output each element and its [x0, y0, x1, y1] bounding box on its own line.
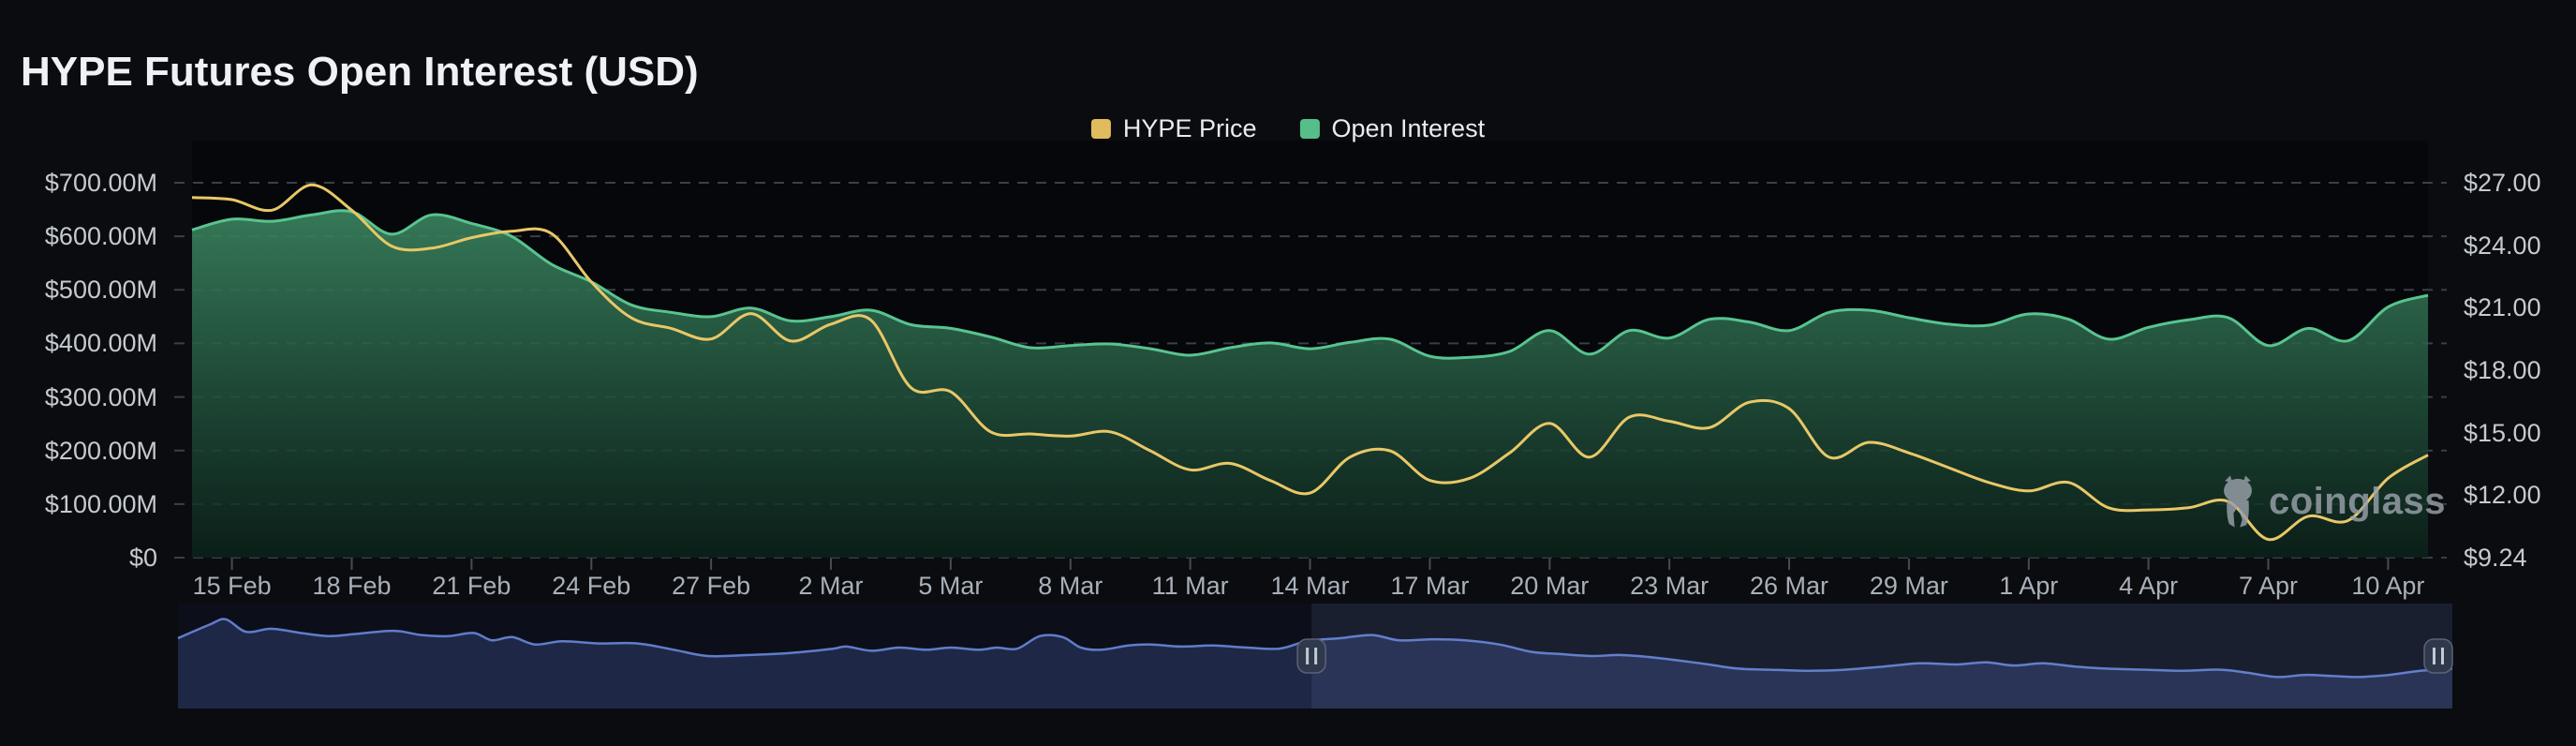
y-axis-left-label: $300.00M — [45, 385, 157, 410]
y-axis-left-label: $500.00M — [45, 277, 157, 303]
y-axis-right-label: $15.00 — [2464, 421, 2541, 446]
navigator-handle-left[interactable] — [1297, 639, 1325, 673]
y-axis-left-label: $200.00M — [45, 439, 157, 464]
y-axis-right-label: $24.00 — [2464, 233, 2541, 259]
x-axis-label: 10 Apr — [2313, 574, 2463, 599]
navigator-selection[interactable] — [1311, 604, 2452, 709]
legend-item-hype-price[interactable]: HYPE Price — [1091, 116, 1257, 142]
legend: HYPE Price Open Interest — [1091, 116, 1485, 142]
y-axis-left-label: $400.00M — [45, 331, 157, 356]
chart-title: HYPE Futures Open Interest (USD) — [21, 49, 699, 96]
chart-canvas[interactable] — [0, 0, 2576, 746]
chart-panel: HYPE Futures Open Interest (USD) HYPE Pr… — [0, 0, 2576, 746]
y-axis-left-label: $100.00M — [45, 492, 157, 517]
y-axis-left-label: $0 — [129, 545, 157, 571]
legend-item-open-interest[interactable]: Open Interest — [1299, 116, 1485, 142]
y-axis-right-label: $18.00 — [2464, 358, 2541, 383]
open-interest-swatch-icon — [1299, 119, 1319, 139]
legend-label-open-interest: Open Interest — [1331, 116, 1485, 142]
hype-price-swatch-icon — [1091, 119, 1111, 139]
y-axis-right-label: $27.00 — [2464, 171, 2541, 196]
y-axis-right-label: $21.00 — [2464, 295, 2541, 321]
navigator-handle-right[interactable] — [2424, 639, 2452, 673]
legend-label-hype-price: HYPE Price — [1123, 116, 1257, 142]
y-axis-right-label: $9.24 — [2464, 545, 2527, 571]
y-axis-right-label: $12.00 — [2464, 483, 2541, 508]
y-axis-left-label: $700.00M — [45, 171, 157, 196]
y-axis-left-label: $600.00M — [45, 224, 157, 249]
